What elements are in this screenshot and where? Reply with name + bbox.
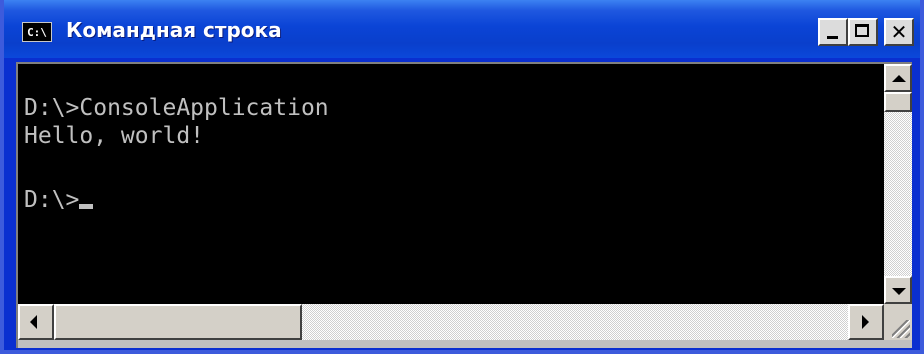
- console-line: Hello, world!: [24, 123, 205, 149]
- minimize-icon: [827, 36, 838, 39]
- console-window: C:\ Командная строка ✕ D:\>ConsoleApplic…: [0, 0, 924, 354]
- console-output[interactable]: D:\>ConsoleApplication Hello, world! D:\…: [18, 64, 884, 304]
- vertical-scroll-thumb[interactable]: [884, 92, 912, 112]
- text-cursor: [79, 204, 94, 209]
- arrow-left-icon: [30, 315, 37, 329]
- client-area: D:\>ConsoleApplication Hello, world! D:\…: [16, 62, 912, 348]
- size-grip-corner[interactable]: [884, 304, 912, 340]
- arrow-right-icon: [862, 315, 869, 329]
- horizontal-scrollbar[interactable]: [18, 304, 884, 340]
- maximize-icon: [855, 24, 869, 37]
- console-line: D:\>ConsoleApplication: [24, 95, 329, 121]
- console-icon[interactable]: C:\: [22, 22, 52, 42]
- prompt-text: D:\>: [24, 187, 80, 213]
- vertical-scrollbar[interactable]: [884, 64, 912, 304]
- maximize-button[interactable]: [848, 18, 878, 46]
- scroll-up-button[interactable]: [884, 64, 912, 92]
- window-title: Командная строка: [66, 18, 282, 42]
- horizontal-scroll-thumb[interactable]: [54, 304, 302, 340]
- scroll-down-button[interactable]: [884, 276, 912, 304]
- close-button[interactable]: ✕: [884, 18, 914, 46]
- scroll-right-button[interactable]: [848, 304, 884, 340]
- prompt-line: D:\>: [24, 186, 94, 214]
- close-icon: ✕: [890, 20, 908, 44]
- arrow-down-icon: [892, 288, 906, 295]
- title-bar[interactable]: C:\ Командная строка ✕: [4, 0, 920, 58]
- arrow-up-icon: [892, 75, 906, 82]
- minimize-button[interactable]: [818, 18, 848, 46]
- scroll-left-button[interactable]: [18, 304, 54, 340]
- resize-grip-icon: [892, 320, 910, 338]
